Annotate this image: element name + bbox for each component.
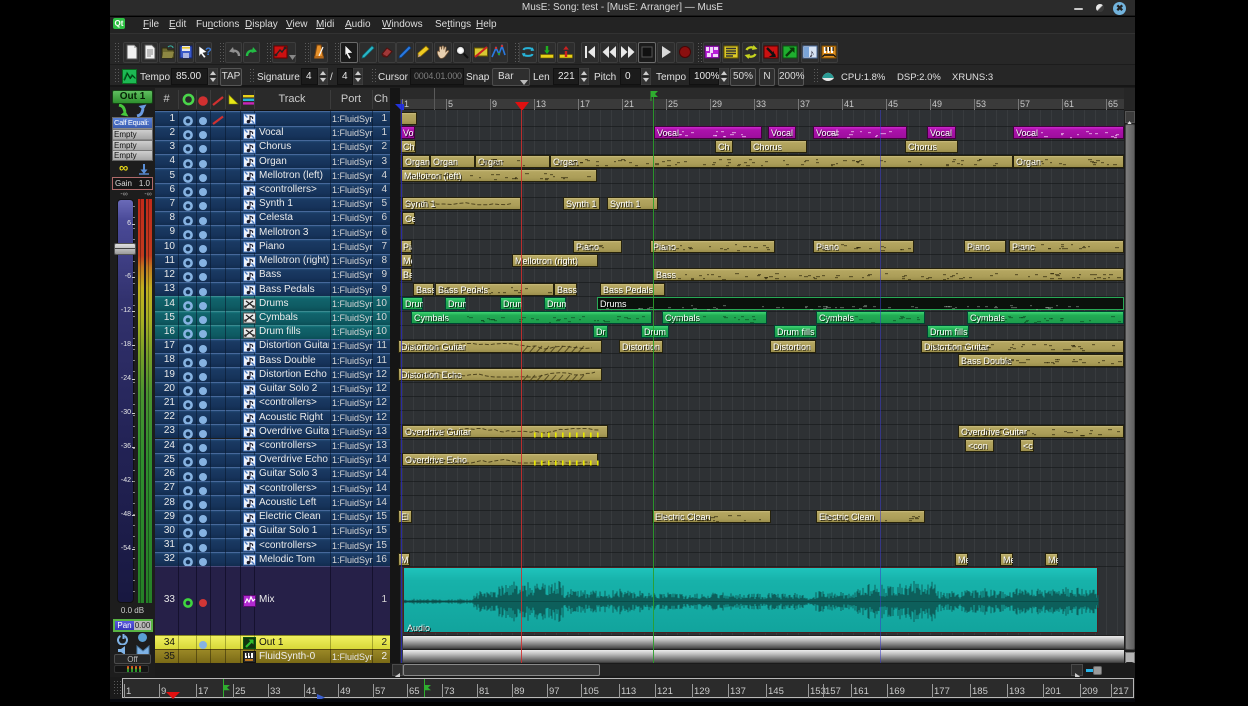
svg-text:?: ? — [205, 46, 212, 58]
svg-text:♪: ♪ — [809, 48, 815, 60]
